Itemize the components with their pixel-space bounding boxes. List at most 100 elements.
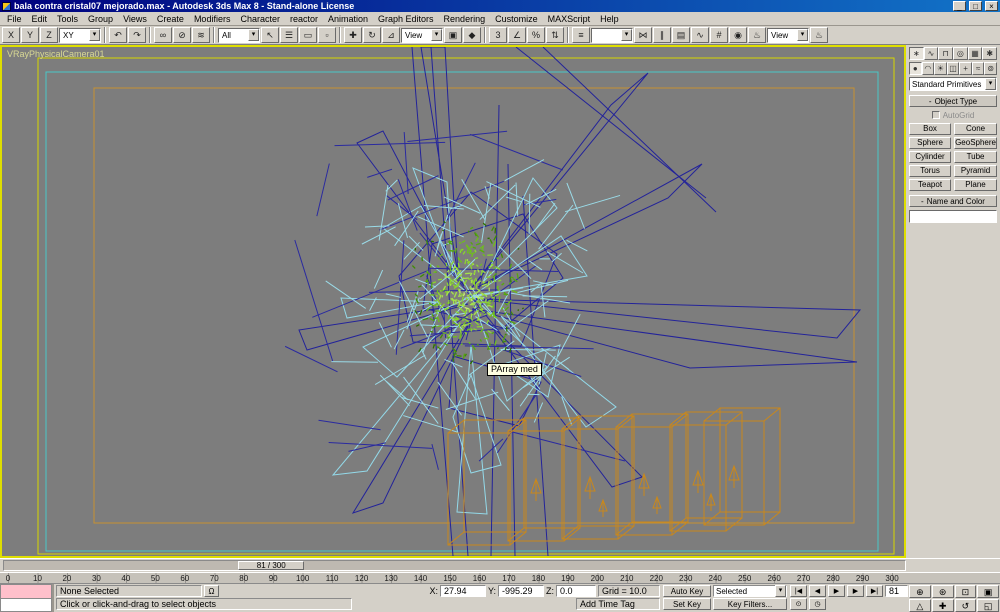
- play-animation-button[interactable]: ▶: [828, 585, 845, 597]
- menu-tools[interactable]: Tools: [52, 13, 83, 25]
- align-button[interactable]: ∥: [653, 27, 671, 43]
- chevron-down-icon[interactable]: ▾: [431, 29, 442, 41]
- create-plane-button[interactable]: Plane: [954, 179, 997, 191]
- go-to-end-button[interactable]: ▶|: [866, 585, 883, 597]
- menu-rendering[interactable]: Rendering: [439, 13, 491, 25]
- select-and-link-button[interactable]: ∞: [154, 27, 172, 43]
- selection-filter-dropdown[interactable]: All ▾: [218, 27, 260, 43]
- rectangular-selection-region-button[interactable]: ▭: [299, 27, 317, 43]
- snaps-toggle-button[interactable]: 3: [489, 27, 507, 43]
- create-cylinder-button[interactable]: Cylinder: [909, 151, 952, 163]
- quick-render-button[interactable]: ♨: [810, 27, 828, 43]
- undo-button[interactable]: ↶: [109, 27, 127, 43]
- pan-view-button[interactable]: ✚: [931, 599, 954, 612]
- material-editor-button[interactable]: ◉: [729, 27, 747, 43]
- render-type-dropdown[interactable]: View ▾: [767, 27, 809, 43]
- name-color-rollout-header[interactable]: - Name and Color: [909, 195, 997, 207]
- named-selection-sets-dropdown[interactable]: ▾: [591, 27, 633, 43]
- create-box-button[interactable]: Box: [909, 123, 952, 135]
- maximize-button[interactable]: □: [969, 1, 982, 11]
- time-slider-track[interactable]: 81 / 300: [3, 560, 906, 571]
- menu-group[interactable]: Group: [83, 13, 118, 25]
- redo-button[interactable]: ↷: [128, 27, 146, 43]
- zoom-all-button[interactable]: ⊛: [931, 585, 954, 598]
- object-type-rollout-header[interactable]: - Object Type: [909, 95, 997, 107]
- menu-help[interactable]: Help: [595, 13, 624, 25]
- menu-graph-editors[interactable]: Graph Editors: [373, 13, 439, 25]
- angle-snap-toggle-button[interactable]: ∠: [508, 27, 526, 43]
- render-scene-dialog-button[interactable]: ♨: [748, 27, 766, 43]
- window-crossing-toggle-button[interactable]: ▫: [318, 27, 336, 43]
- category-systems[interactable]: ⊚: [984, 62, 998, 75]
- category-helpers[interactable]: +: [959, 62, 972, 75]
- select-and-uniform-scale-button[interactable]: ⊿: [382, 27, 400, 43]
- axis-constraint-y-button[interactable]: Y: [21, 27, 39, 43]
- mirror-button[interactable]: ⋈: [634, 27, 652, 43]
- auto-key-button[interactable]: Auto Key: [663, 585, 711, 597]
- key-filters-button[interactable]: Key Filters...: [713, 598, 787, 610]
- select-and-rotate-button[interactable]: ↻: [363, 27, 381, 43]
- schematic-view-button[interactable]: #: [710, 27, 728, 43]
- x-coordinate-field[interactable]: 27.94: [439, 585, 486, 597]
- tab-hierarchy[interactable]: ⊓: [938, 47, 954, 60]
- viewport-canvas[interactable]: [2, 47, 904, 556]
- close-button[interactable]: ×: [985, 1, 998, 11]
- menu-edit[interactable]: Edit: [27, 13, 53, 25]
- chevron-down-icon[interactable]: ▾: [248, 29, 259, 41]
- previous-frame-button[interactable]: ◀: [809, 585, 826, 597]
- zoom-extents-button[interactable]: ⊡: [954, 585, 977, 598]
- key-mode-dropdown[interactable]: Selected ▾: [713, 585, 787, 597]
- unlink-selection-button[interactable]: ⊘: [173, 27, 191, 43]
- object-name-field[interactable]: [909, 210, 997, 223]
- menu-modifiers[interactable]: Modifiers: [189, 13, 236, 25]
- reference-coordinate-system-dropdown[interactable]: View ▾: [401, 27, 443, 43]
- category-space-warps[interactable]: ≈: [971, 62, 985, 75]
- current-frame-field[interactable]: 81: [885, 585, 908, 597]
- viewport-label[interactable]: VRayPhysicalCamera01: [7, 49, 105, 59]
- create-cone-button[interactable]: Cone: [954, 123, 997, 135]
- menu-character[interactable]: Character: [235, 13, 285, 25]
- field-of-view-button[interactable]: △: [909, 599, 931, 612]
- menu-views[interactable]: Views: [118, 13, 152, 25]
- mini-listener-macro-line[interactable]: [0, 584, 52, 599]
- time-configuration-button[interactable]: ◷: [809, 598, 826, 610]
- category-geometry[interactable]: ●: [909, 62, 922, 75]
- bind-to-space-warp-button[interactable]: ≋: [192, 27, 210, 43]
- tab-motion[interactable]: ◎: [953, 47, 968, 60]
- category-lights[interactable]: ☀: [934, 62, 947, 75]
- tab-utilities[interactable]: ✱: [982, 47, 998, 60]
- select-by-name-button[interactable]: ☰: [280, 27, 298, 43]
- layer-manager-button[interactable]: ▤: [672, 27, 690, 43]
- category-shapes[interactable]: ◠: [921, 62, 935, 75]
- min-max-toggle-button[interactable]: ◱: [977, 599, 999, 612]
- mini-listener-script-line[interactable]: [0, 598, 52, 612]
- zoom-button[interactable]: ⊕: [909, 585, 931, 598]
- menu-file[interactable]: File: [2, 13, 27, 25]
- title-bar[interactable]: bala contra cristal07 mejorado.max - Aut…: [0, 0, 1000, 12]
- chevron-down-icon[interactable]: ▾: [797, 29, 808, 41]
- select-and-move-button[interactable]: ✚: [344, 27, 362, 43]
- edit-named-selection-sets-button[interactable]: ≡: [572, 27, 590, 43]
- tab-modify[interactable]: ∿: [923, 47, 939, 60]
- minimize-button[interactable]: _: [953, 1, 966, 11]
- create-pyramid-button[interactable]: Pyramid: [954, 165, 997, 177]
- curve-editor-button[interactable]: ∿: [691, 27, 709, 43]
- time-slider-button[interactable]: 81 / 300: [238, 561, 305, 570]
- arc-rotate-button[interactable]: ↺: [954, 599, 977, 612]
- add-time-tag[interactable]: Add Time Tag: [576, 598, 660, 610]
- zoom-extents-all-button[interactable]: ▣: [977, 585, 999, 598]
- create-geosphere-button[interactable]: GeoSphere: [954, 137, 997, 149]
- chevron-down-icon[interactable]: ▾: [621, 29, 632, 41]
- category-cameras[interactable]: ◫: [946, 62, 960, 75]
- menu-maxscript[interactable]: MAXScript: [543, 13, 596, 25]
- y-coordinate-field[interactable]: -995.29: [498, 585, 544, 597]
- chevron-down-icon[interactable]: ▾: [89, 29, 100, 41]
- go-to-start-button[interactable]: |◀: [790, 585, 807, 597]
- create-sphere-button[interactable]: Sphere: [909, 137, 952, 149]
- create-teapot-button[interactable]: Teapot: [909, 179, 952, 191]
- select-object-button[interactable]: ↖: [261, 27, 279, 43]
- use-pivot-point-center-button[interactable]: ▣: [444, 27, 462, 43]
- camera-viewport[interactable]: VRayPhysicalCamera01 PArray med: [0, 45, 906, 558]
- chevron-down-icon[interactable]: ▾: [985, 78, 996, 90]
- menu-reactor[interactable]: reactor: [285, 13, 323, 25]
